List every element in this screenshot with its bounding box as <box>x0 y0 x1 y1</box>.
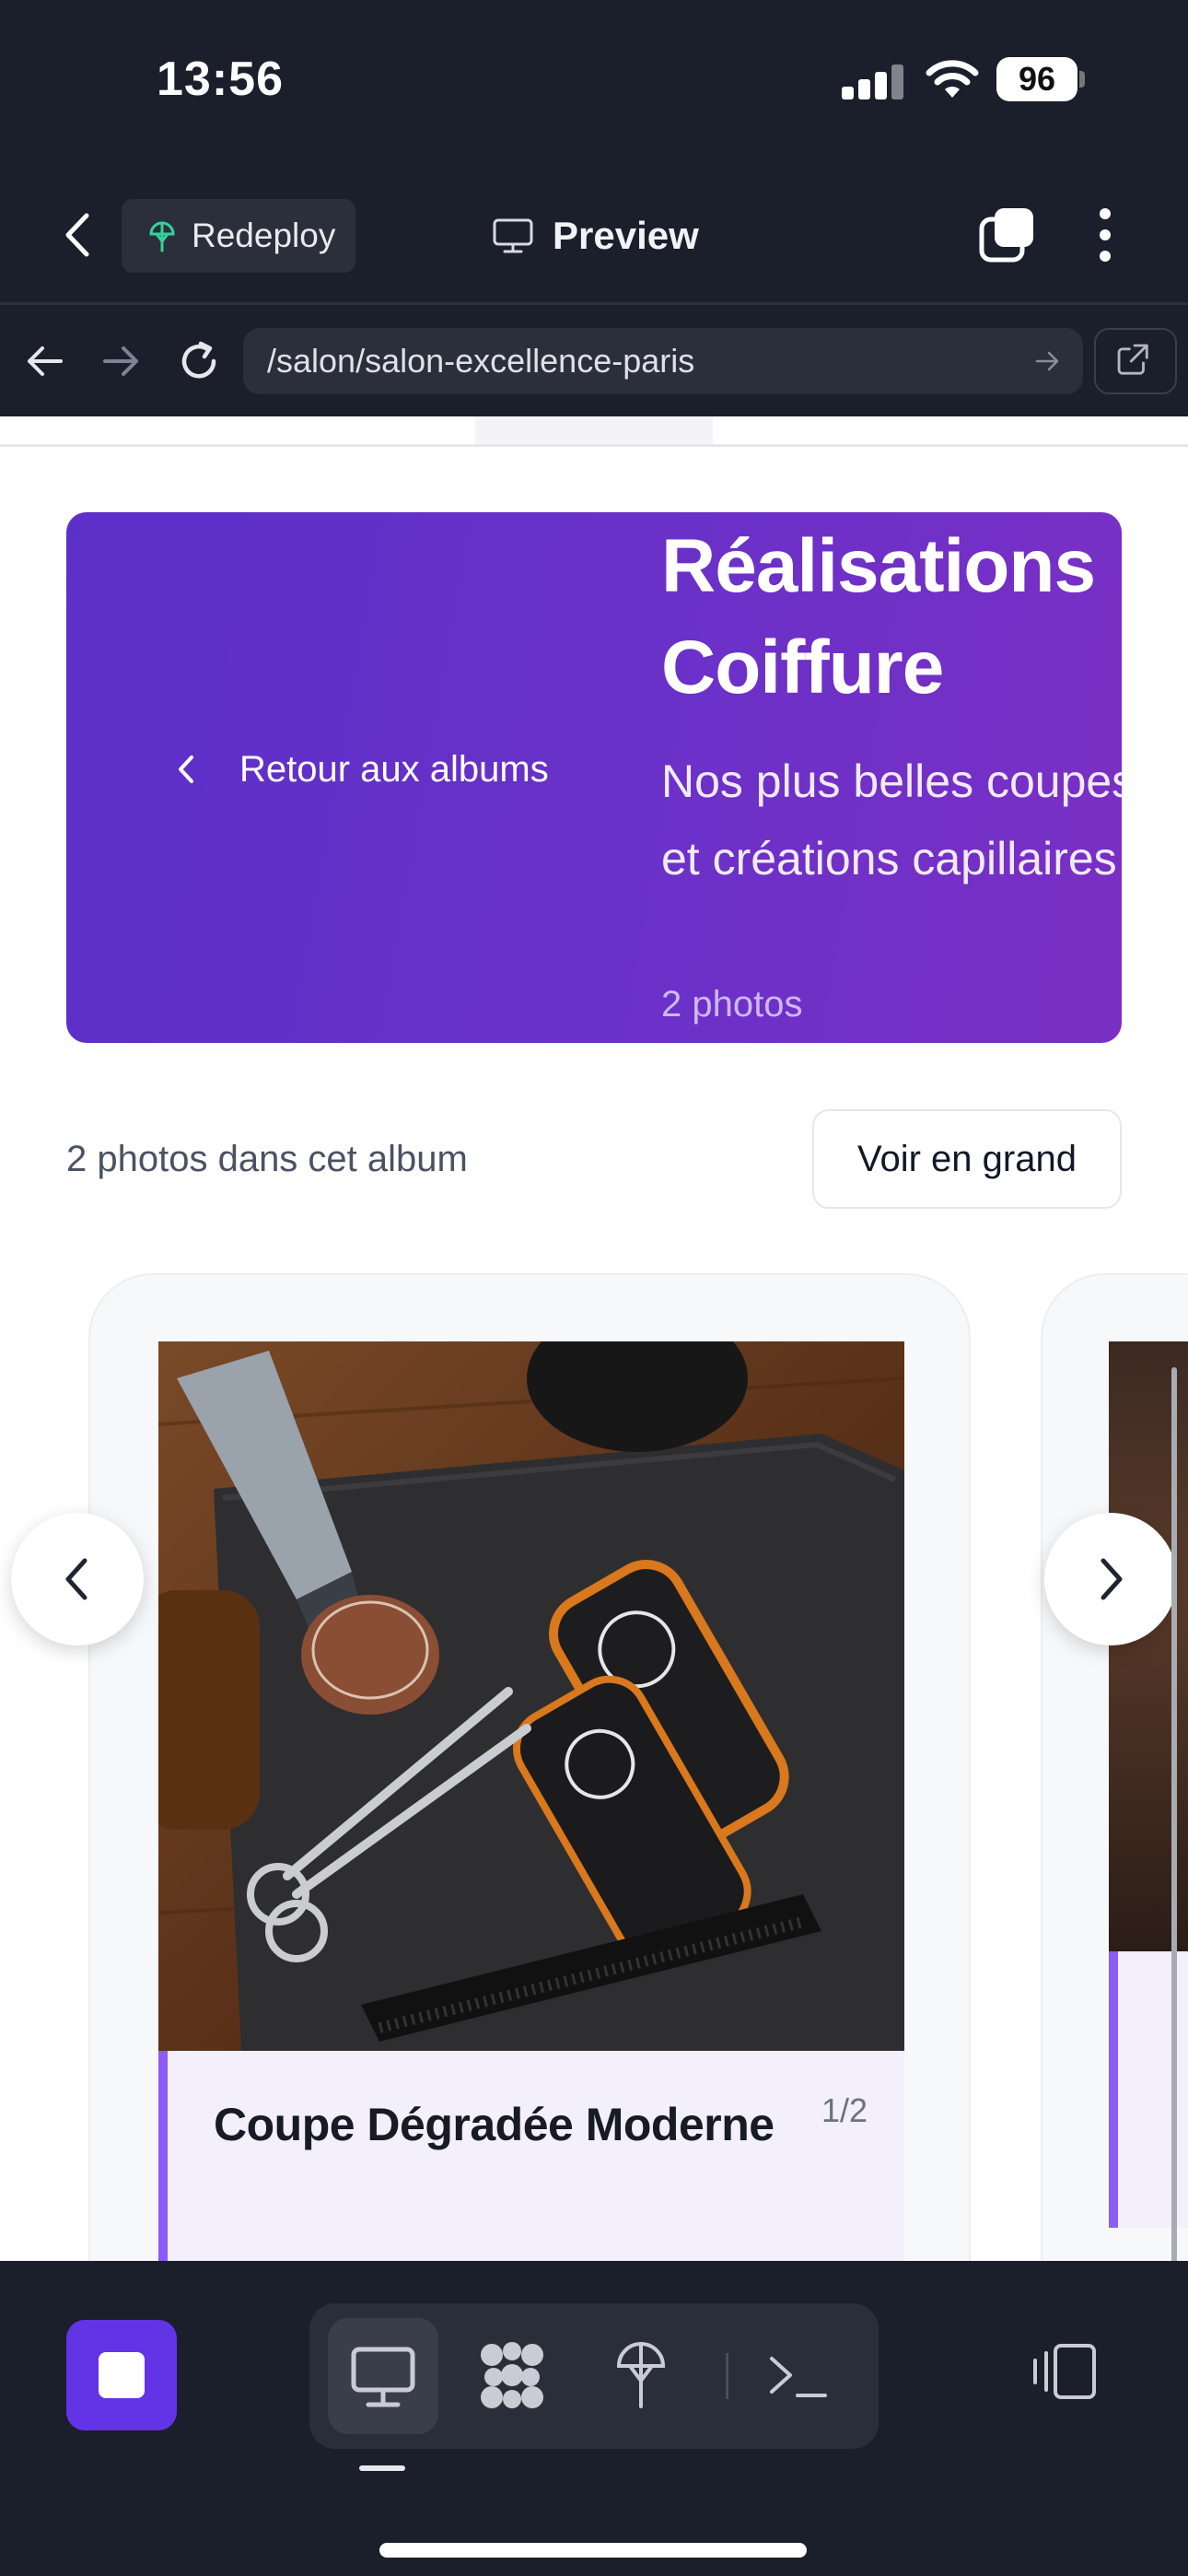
chrome-divider <box>0 302 1188 305</box>
photo-index: 1/2 <box>821 2091 868 2129</box>
photo-caption: Coupe Dégradée Moderne 1/2 <box>158 2051 904 2261</box>
album-count-text: 2 photos dans cet album <box>66 1139 468 1179</box>
redeploy-button[interactable]: Redeploy <box>122 199 355 273</box>
bottom-toolbar <box>0 2261 1188 2576</box>
chevron-left-icon <box>179 755 193 783</box>
battery-nub <box>1079 71 1085 88</box>
stop-button[interactable] <box>66 2320 177 2430</box>
carousel-card[interactable]: Coupe Dégradée Moderne 1/2 <box>88 1273 971 2261</box>
browser-url-bar: /salon/salon-excellence-paris <box>0 306 1188 416</box>
home-indicator[interactable] <box>379 2543 807 2558</box>
photo-carousel: Coupe Dégradée Moderne 1/2 <box>0 1273 1188 2261</box>
view-large-button[interactable]: Voir en grand <box>812 1109 1122 1209</box>
redeploy-label: Redeploy <box>192 217 336 254</box>
nav-forward-icon[interactable] <box>101 343 142 380</box>
more-vertical-icon[interactable] <box>1087 206 1124 263</box>
battery-indicator: 96 <box>996 57 1077 101</box>
page-divider <box>0 444 1188 447</box>
apps-icon[interactable] <box>475 2338 549 2412</box>
barber-tools-photo[interactable] <box>158 1341 904 2051</box>
page-nav-remnant <box>475 416 713 444</box>
reload-icon[interactable] <box>177 339 221 383</box>
album-photo-count: 2 photos <box>661 984 803 1025</box>
photo-title: Coupe Dégradée Moderne <box>214 2099 775 2150</box>
nav-back-icon[interactable] <box>24 343 64 380</box>
desktop-view-button[interactable] <box>328 2318 438 2434</box>
tabs-icon[interactable] <box>978 206 1037 263</box>
app-chrome: 13:56 96 Redeploy Preview /salon/salon-e… <box>0 0 1188 416</box>
status-time: 13:56 <box>157 53 284 106</box>
open-external-button[interactable] <box>1094 328 1177 394</box>
back-to-albums-label: Retour aux albums <box>239 749 549 790</box>
preview-label: Preview <box>553 214 699 257</box>
monitor-icon <box>493 218 533 253</box>
web-page: Retour aux albums Réalisations Coiffure … <box>0 416 1188 2261</box>
url-input[interactable]: /salon/salon-excellence-paris <box>243 328 1083 394</box>
stop-icon <box>99 2352 145 2398</box>
active-view-indicator <box>359 2465 405 2471</box>
device-switch-icon[interactable] <box>1030 2342 1100 2401</box>
page-scrollbar[interactable] <box>1171 1367 1177 2261</box>
go-arrow-icon[interactable] <box>1035 350 1061 372</box>
album-hero: Retour aux albums Réalisations Coiffure … <box>66 512 1122 1043</box>
desktop-icon <box>351 2347 415 2407</box>
back-arrow-icon[interactable] <box>55 210 101 260</box>
carousel-prev-button[interactable] <box>11 1513 144 1645</box>
chevron-right-icon <box>1101 1558 1123 1600</box>
deploy-icon[interactable] <box>613 2338 669 2412</box>
status-bar: 13:56 96 <box>0 0 1188 161</box>
toolbar-separator <box>726 2353 728 2399</box>
wifi-icon <box>926 60 979 98</box>
url-text: /salon/salon-excellence-paris <box>267 342 695 380</box>
photo-illustration <box>158 1341 904 2051</box>
album-description: Nos plus belles coupes et créations capi… <box>661 755 1122 884</box>
chevron-left-icon <box>65 1558 87 1600</box>
external-link-icon <box>1117 344 1148 375</box>
view-switcher <box>309 2303 879 2449</box>
carousel-card-next[interactable] <box>1041 1273 1188 2261</box>
terminal-icon[interactable] <box>766 2349 831 2405</box>
carousel-next-button[interactable] <box>1044 1513 1177 1645</box>
album-title: Réalisations Coiffure <box>661 524 1096 709</box>
cellular-signal-icon <box>842 64 906 100</box>
app-bar: Redeploy Preview <box>0 184 1188 286</box>
redeploy-tree-icon <box>149 221 175 252</box>
